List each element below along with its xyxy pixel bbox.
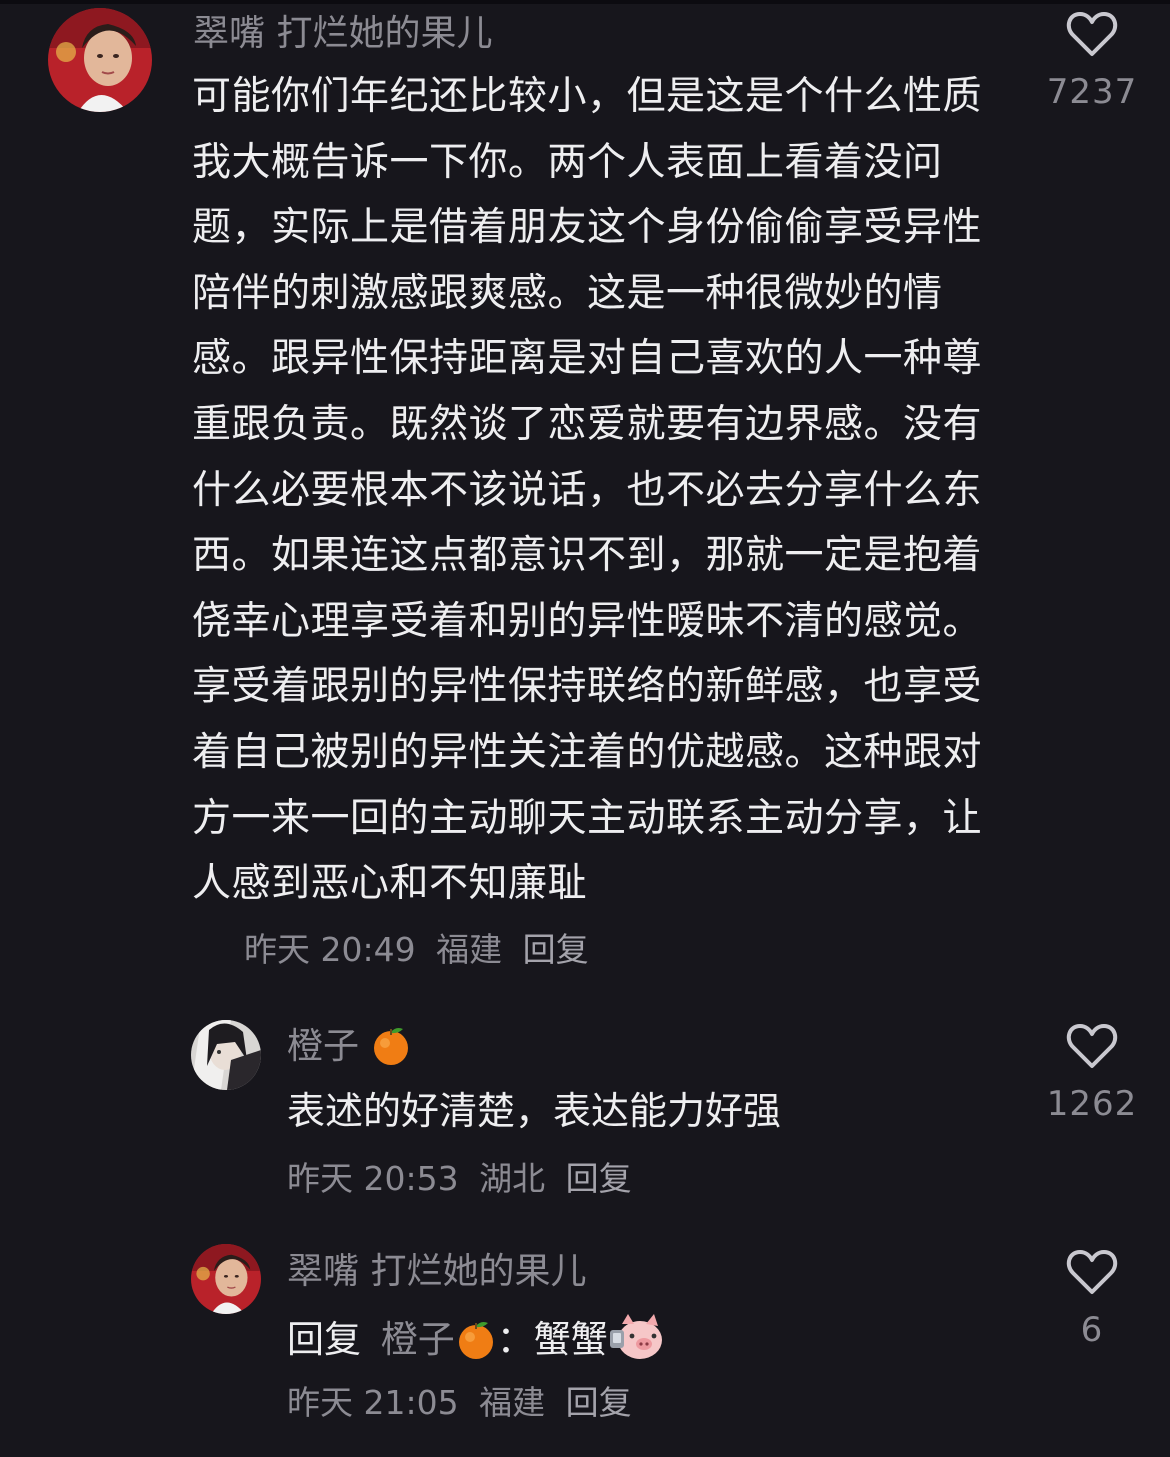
- comment-username[interactable]: 翠嘴 打烂她的果儿: [287, 1250, 586, 1294]
- username-text: 橙子: [287, 1026, 360, 1067]
- comment-text: 表述的好清楚，表达能力好强: [287, 1089, 782, 1133]
- heart-outline-icon[interactable]: [1066, 1248, 1118, 1296]
- comment-time: 昨天 21:05: [287, 1383, 459, 1422]
- comment-time: 昨天 20:49: [244, 930, 416, 969]
- orange-emoji-icon: [458, 1322, 493, 1359]
- avatar[interactable]: [48, 8, 152, 112]
- comment-location: 湖北: [479, 1159, 546, 1198]
- reply-button[interactable]: 回复: [566, 1383, 632, 1422]
- reply-prefix: 回复: [287, 1318, 361, 1361]
- comment-item: 橙子 表述的好清楚，表达能力好强 昨天 20:53 湖北 回复 1262: [0, 1000, 1170, 1220]
- avatar-woman-red-background-icon: [191, 1244, 261, 1314]
- avatar-anime-character-icon: [191, 1020, 261, 1090]
- like-column: 1262: [1022, 1022, 1162, 1124]
- comment-meta: 昨天 21:05 福建 回复: [287, 1380, 642, 1426]
- like-count: 7237: [1046, 72, 1138, 112]
- comment-meta: 昨天 20:53 湖北 回复: [287, 1156, 642, 1202]
- comment-location: 福建: [436, 930, 503, 969]
- pig-face-emoji-icon: [609, 1314, 662, 1359]
- comment-location: 福建: [479, 1383, 546, 1422]
- avatar[interactable]: [191, 1244, 261, 1314]
- reply-button[interactable]: 回复: [523, 930, 589, 969]
- like-count: 1262: [1046, 1084, 1138, 1124]
- reply-button[interactable]: 回复: [566, 1159, 632, 1198]
- like-column: 6: [1022, 1248, 1162, 1350]
- reply-target-username[interactable]: 橙子: [381, 1318, 455, 1361]
- orange-emoji-icon: [374, 1028, 409, 1065]
- comment-text: 可能你们年纪还比较小，但是这是个什么性质我大概告诉一下你。两个人表面上看着没问题…: [192, 74, 983, 907]
- like-column: 7237: [1022, 10, 1162, 112]
- comment-username[interactable]: 翠嘴 打烂她的果儿: [193, 12, 492, 56]
- comment-username[interactable]: 橙子: [287, 1024, 412, 1069]
- comment-reply-line: 回复 橙子 ：蟹蟹: [287, 1312, 666, 1365]
- avatar-woman-red-background-icon: [48, 8, 152, 112]
- reply-separator: ：: [496, 1318, 534, 1361]
- heart-outline-icon[interactable]: [1066, 10, 1118, 58]
- comment-item: 翠嘴 打烂她的果儿 可能你们年纪还比较小，但是这是个什么性质我大概告诉一下你。两…: [0, 0, 1170, 990]
- heart-outline-icon[interactable]: [1066, 1022, 1118, 1070]
- comment-meta: 昨天 20:49 福建 回复: [244, 927, 599, 973]
- comment-time: 昨天 20:53: [287, 1159, 459, 1198]
- like-count: 6: [1080, 1310, 1104, 1350]
- comment-text: 蟹蟹: [533, 1318, 608, 1361]
- comment-item: 翠嘴 打烂她的果儿 回复 橙子 ：蟹蟹 昨天 21:05 福建 回复 6: [0, 1228, 1170, 1457]
- avatar[interactable]: [191, 1020, 261, 1090]
